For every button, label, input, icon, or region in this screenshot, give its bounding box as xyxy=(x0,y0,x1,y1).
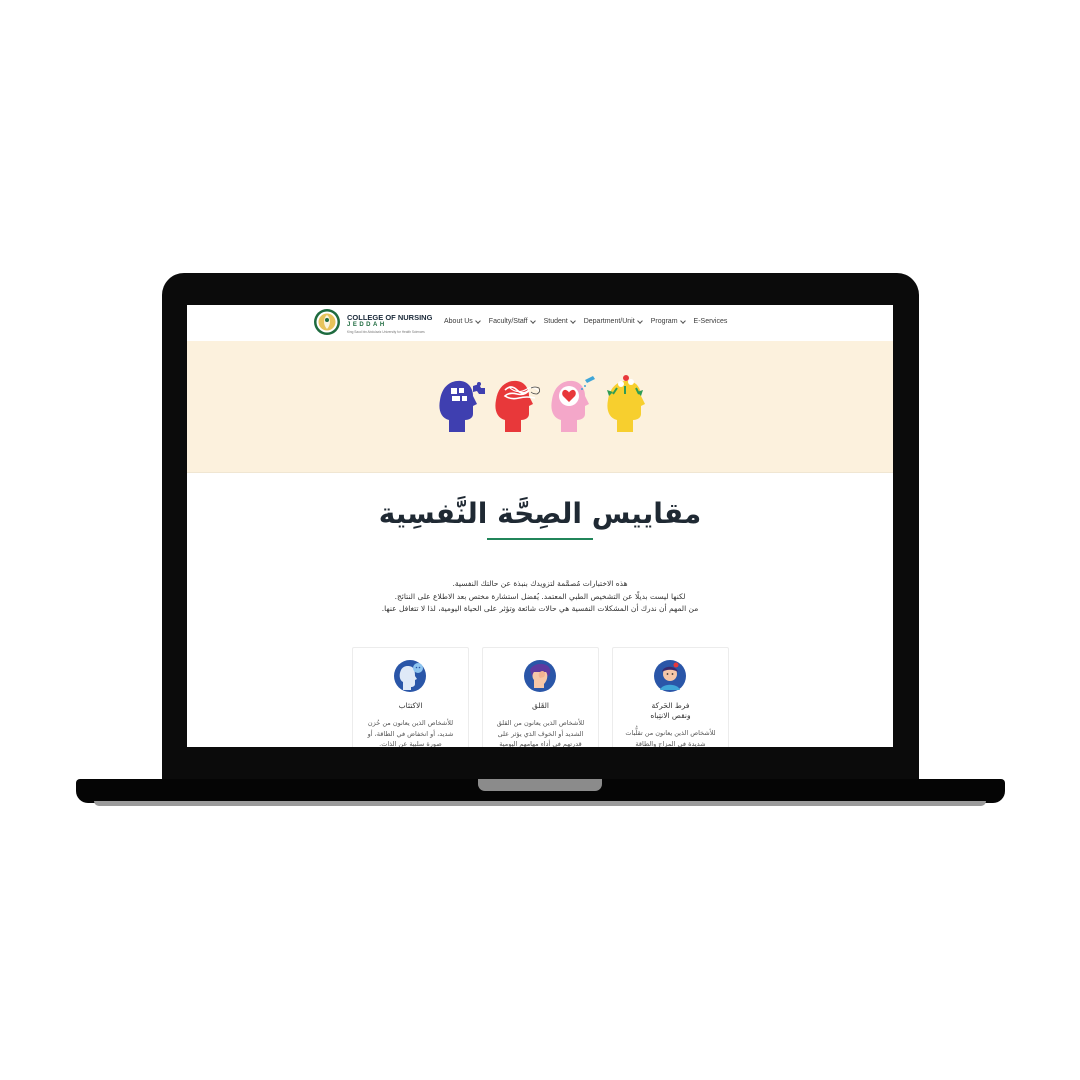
title-underline xyxy=(487,538,593,540)
flowers-head-icon xyxy=(607,375,645,432)
adhd-head-icon xyxy=(654,660,686,692)
intro-text: هذه الاختبارات مُصمَّمة لتزويدك بنبذة عن… xyxy=(187,578,893,616)
chevron-down-icon xyxy=(636,317,643,324)
menu-about-us[interactable]: About Us xyxy=(444,317,481,325)
menu-student[interactable]: Student xyxy=(544,317,576,325)
card-description: للأشخاص الذين يعانون من حُزن شديد، أو ان… xyxy=(367,719,454,747)
intro-line: هذه الاختبارات مُصمَّمة لتزويدك بنبذة عن… xyxy=(452,579,628,588)
menu-e-services[interactable]: E-Services xyxy=(694,318,728,325)
chevron-down-icon xyxy=(569,317,576,324)
top-navbar: COLLEGE OF NURSING JEDDAH King Saud bin … xyxy=(187,305,893,342)
chevron-down-icon xyxy=(474,317,481,324)
laptop-base-shadow xyxy=(94,801,986,806)
puzzle-head-icon xyxy=(439,380,485,432)
scribble-head-icon xyxy=(495,380,541,432)
intro-line: من المهم أن ندرك أن المشكلات النفسية هي … xyxy=(381,604,699,613)
chevron-down-icon xyxy=(529,317,536,324)
laptop-notch xyxy=(478,779,602,791)
card-title: الاكتئاب xyxy=(398,701,423,710)
main-menu: About Us Faculty/Staff Student Departmen… xyxy=(444,317,728,325)
card-description: للأشخاص الذين يعانون من تقلُّبات شديدة ف… xyxy=(625,729,716,747)
menu-department-unit[interactable]: Department/Unit xyxy=(584,317,643,325)
card-title: فرط الحَركة ونقص الانتِباه xyxy=(650,701,691,720)
heart-head-icon xyxy=(551,376,595,432)
mental-health-heads-illustration xyxy=(439,375,645,432)
college-logo-icon[interactable] xyxy=(313,308,341,336)
brand-city[interactable]: JEDDAH xyxy=(347,322,387,328)
depression-head-icon xyxy=(394,660,426,692)
card-description: للأشخاص الذين يعانون من القلق الشديد أو … xyxy=(496,719,585,747)
menu-program[interactable]: Program xyxy=(651,317,686,325)
card-adhd[interactable]: فرط الحَركة ونقص الانتِباه للأشخاص الذين… xyxy=(612,647,729,747)
intro-line: لكنها ليست بديلًا عن التشخيص الطبي المعت… xyxy=(394,591,686,601)
hero-banner xyxy=(187,341,893,473)
card-depression[interactable]: الاكتئاب للأشخاص الذين يعانون من حُزن شد… xyxy=(352,647,469,747)
page-title: مقاييس الصِحَّة النَّفسِية xyxy=(378,497,702,530)
card-title: القَلق xyxy=(532,701,549,710)
card-anxiety[interactable]: القَلق للأشخاص الذين يعانون من القلق الش… xyxy=(482,647,599,747)
browser-screen: COLLEGE OF NURSING JEDDAH King Saud bin … xyxy=(187,305,893,747)
brand-subtitle: King Saud bin Abdulaziz University for H… xyxy=(347,330,425,334)
menu-faculty-staff[interactable]: Faculty/Staff xyxy=(489,317,536,325)
anxiety-head-icon xyxy=(524,660,556,692)
chevron-down-icon xyxy=(679,317,686,324)
brand-title[interactable]: COLLEGE OF NURSING xyxy=(347,313,432,322)
